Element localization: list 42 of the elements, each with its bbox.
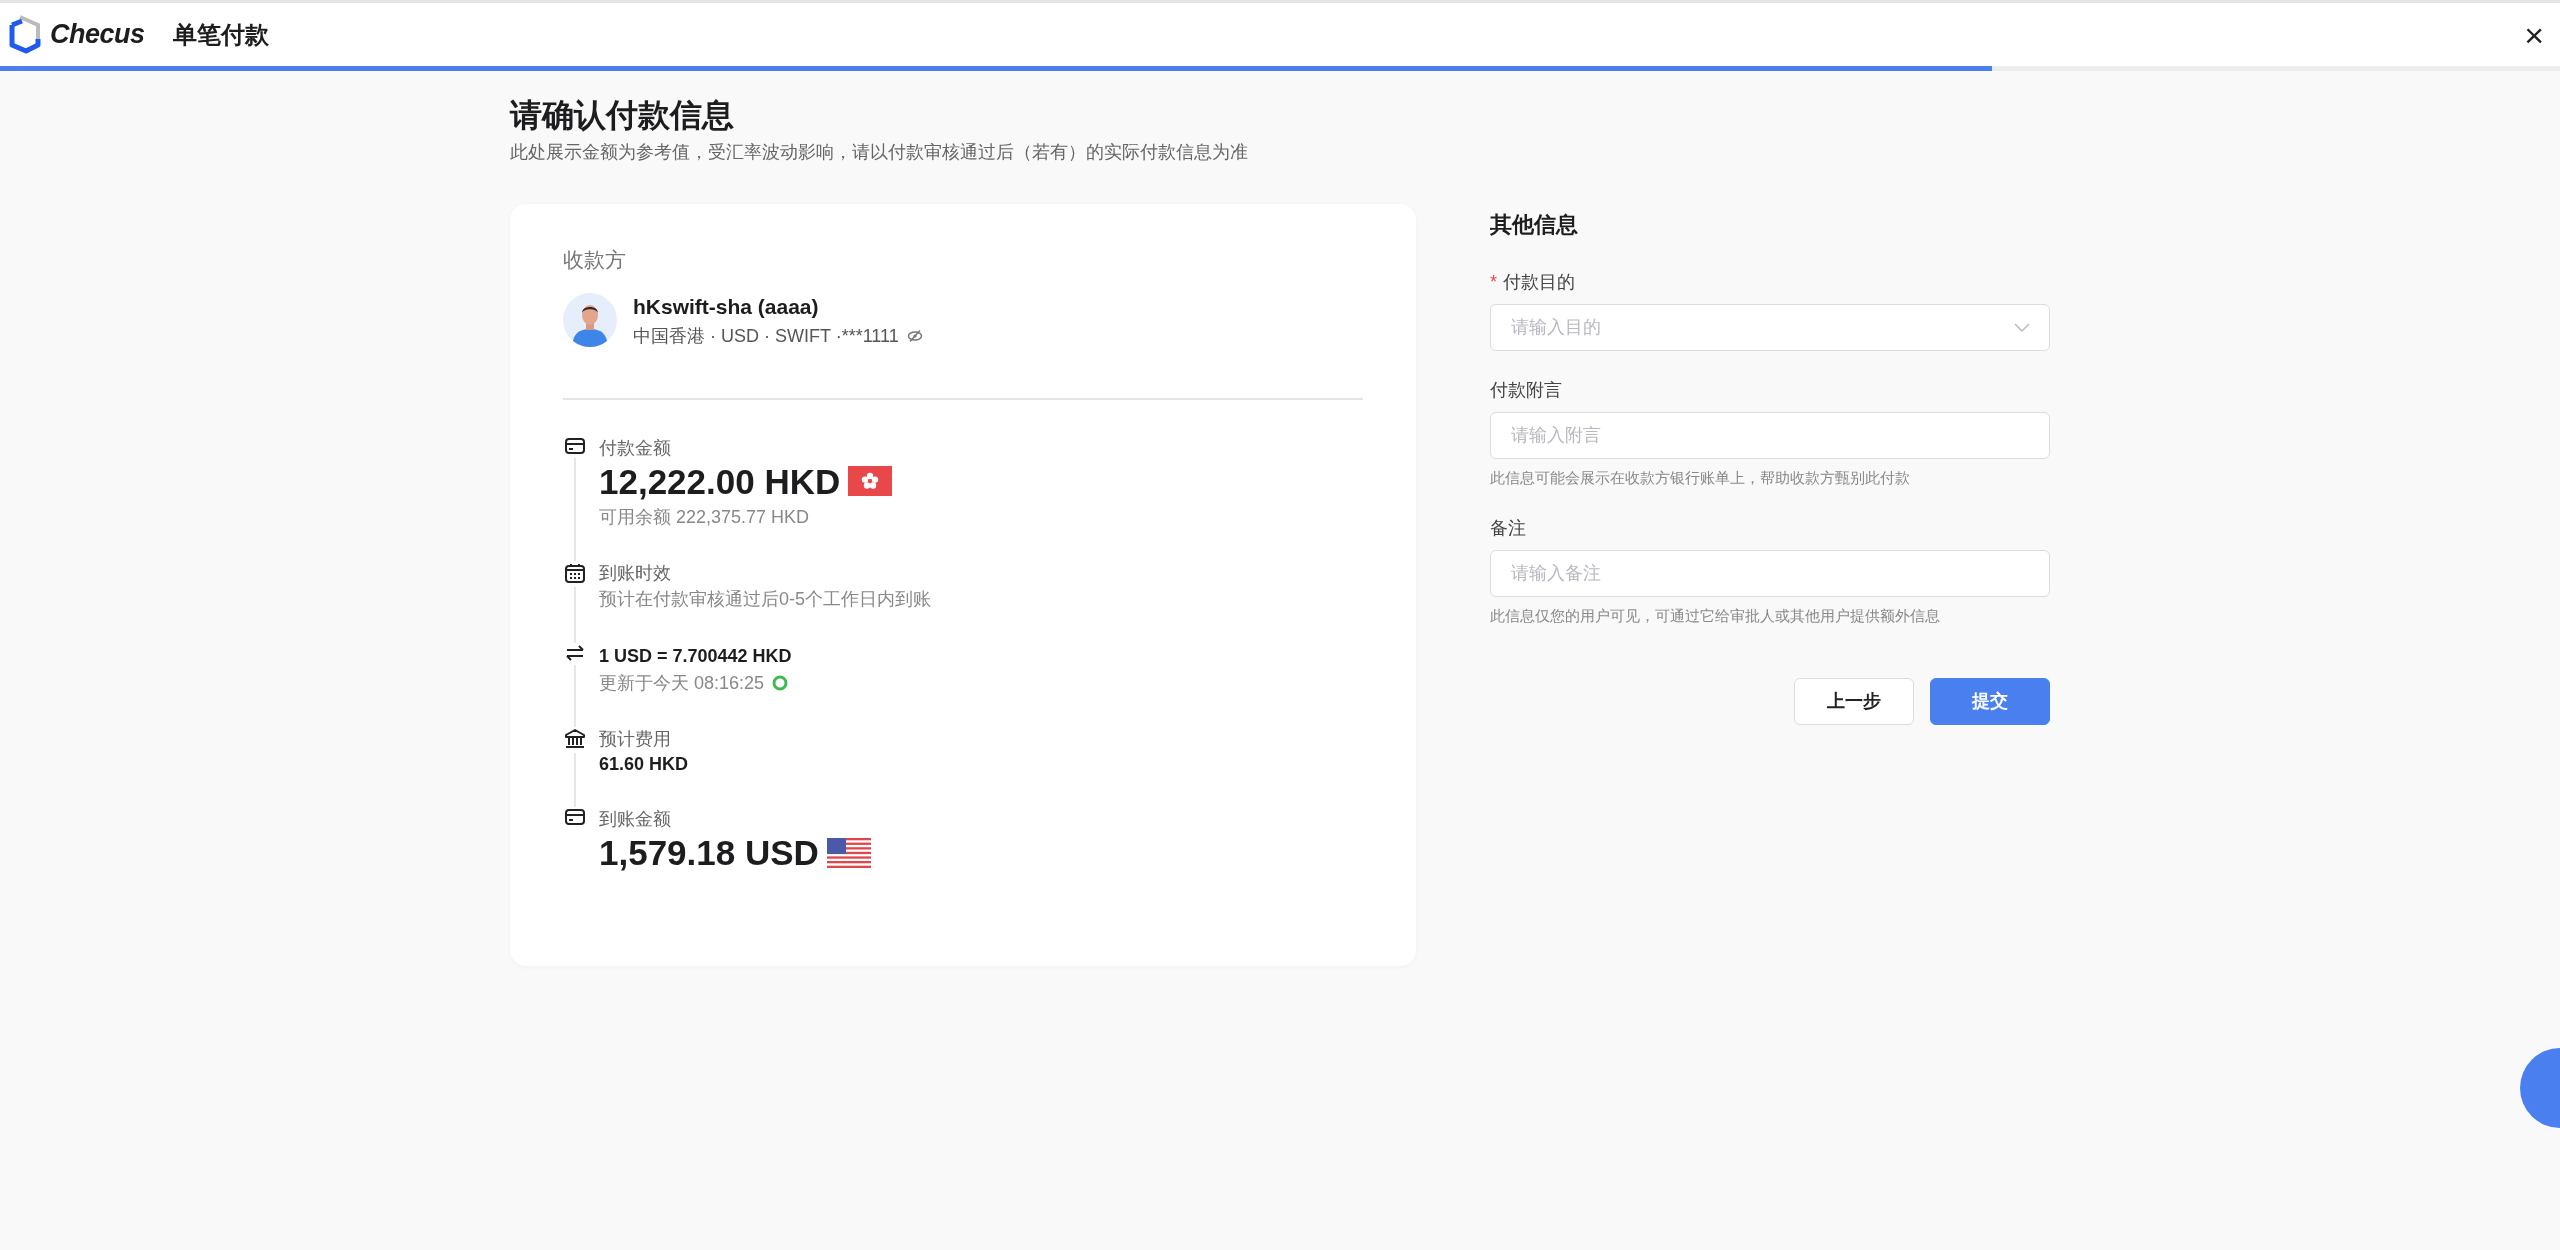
item-note: 可用余额 222,375.77 HKD (599, 506, 810, 530)
bank-icon (565, 729, 585, 750)
card-icon (565, 437, 585, 454)
eye-slash-icon[interactable] (906, 329, 923, 344)
logo-text: Checus (50, 18, 145, 52)
input-field[interactable]: 请输入附言 (1490, 411, 2050, 459)
field-label: 付款目的 (1503, 270, 1575, 294)
logo-icon (8, 14, 42, 55)
avatar (563, 293, 617, 348)
required-mark: * (1490, 270, 1497, 294)
item-note: 预计在付款审核通过后0-5个工作日内到账 (599, 588, 931, 612)
item-label: 预计费用 (599, 728, 672, 752)
field-label: 备注 (1490, 517, 1526, 541)
chevron-icon (2014, 322, 2030, 332)
page-title: 请确认付款信息 (510, 96, 735, 135)
item-label: 到账时效 (599, 562, 672, 586)
back-button[interactable]: 上一步 (1794, 677, 1914, 725)
field-label: 付款附言 (1490, 378, 1562, 402)
amount-value: 61.60 HKD (599, 753, 689, 777)
card-icon (565, 809, 585, 826)
payee-details: 中国香港 · USD · SWIFT ·***1111 (633, 324, 899, 348)
payee-name: hKswift-sha (aaaa) (633, 294, 820, 321)
close-button[interactable]: × (2520, 17, 2548, 52)
help-text: 此信息仅您的用户可见，可通过它给审批人或其他用户提供额外信息 (1490, 606, 1941, 627)
amount-value: 1 USD = 7.700442 HKD (599, 645, 792, 669)
item-label: 付款金额 (599, 436, 672, 460)
input-field[interactable]: 请输入备注 (1490, 550, 2050, 598)
calendar-icon (565, 563, 585, 584)
page-header-title: 单笔付款 (172, 19, 269, 50)
help-text: 此信息可能会展示在收款方银行账单上，帮助收款方甄别此付款 (1490, 467, 1911, 488)
select-field[interactable]: 请输入目的 (1490, 303, 2050, 351)
exchange-icon (565, 645, 585, 662)
flag-icon (848, 466, 893, 497)
flag-icon (826, 838, 871, 869)
payee-label: 收款方 (563, 246, 627, 273)
amount-value: 1,579.18 USD (599, 832, 819, 875)
item-note: 更新于今天 08:16:25 (599, 672, 765, 696)
item-label: 到账金额 (599, 808, 672, 832)
amount-value: 12,222.00 HKD (599, 460, 841, 503)
submit-button[interactable]: 提交 (1930, 677, 2050, 725)
page-subtitle: 此处展示金额为参考值，受汇率波动影响，请以付款审核通过后（若有）的实际付款信息为准 (510, 140, 1249, 164)
section-title: 其他信息 (1490, 210, 1579, 239)
